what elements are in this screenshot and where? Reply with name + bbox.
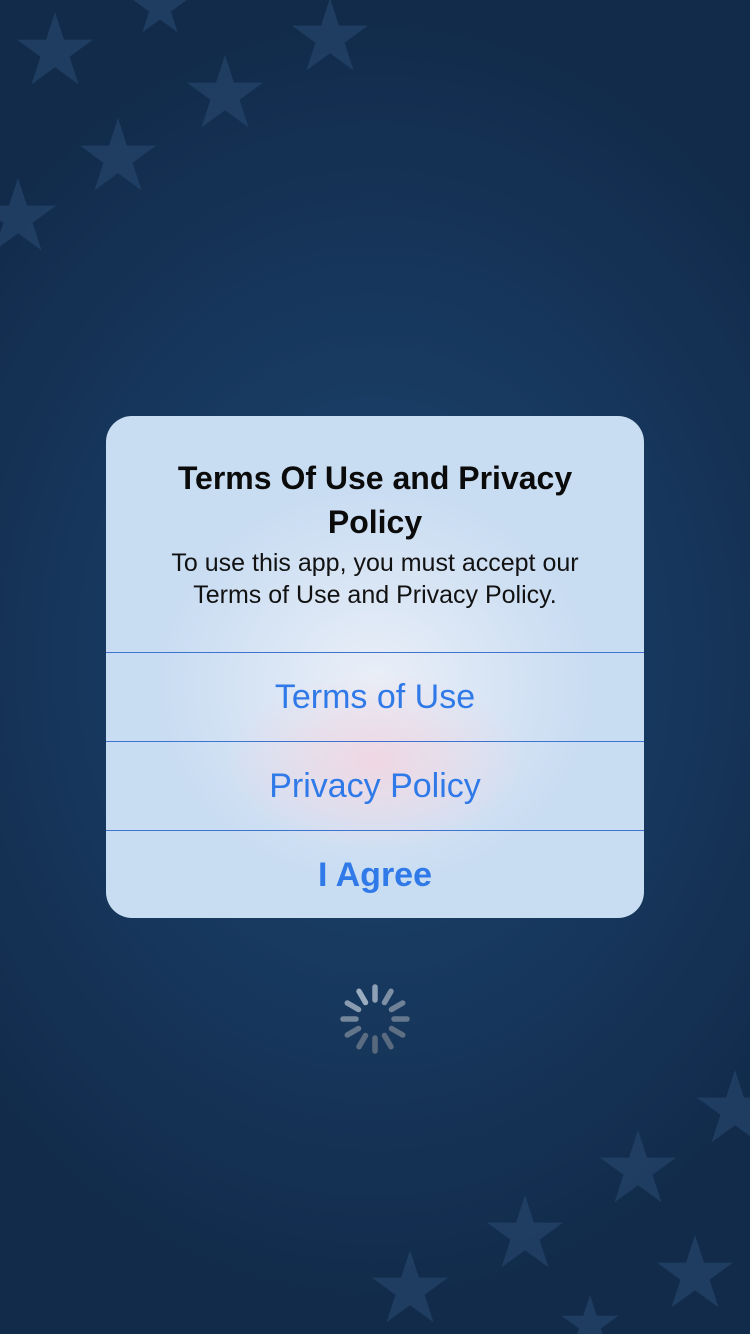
privacy-policy-button[interactable]: Privacy Policy bbox=[106, 741, 644, 830]
star-icon bbox=[486, 1195, 564, 1268]
star-icon bbox=[696, 1070, 750, 1143]
star-icon bbox=[0, 178, 57, 251]
star-icon bbox=[561, 1295, 619, 1334]
terms-of-use-button[interactable]: Terms of Use bbox=[106, 652, 644, 741]
i-agree-button[interactable]: I Agree bbox=[106, 830, 644, 918]
loading-spinner-icon bbox=[340, 984, 410, 1054]
star-icon bbox=[371, 1250, 449, 1323]
star-icon bbox=[656, 1235, 734, 1308]
star-icon bbox=[79, 118, 157, 191]
star-icon bbox=[16, 11, 94, 85]
alert-message: To use this app, you must accept our Ter… bbox=[171, 549, 579, 609]
terms-alert-dialog: Terms Of Use and Privacy Policy To use t… bbox=[106, 416, 644, 918]
alert-header: Terms Of Use and Privacy Policy To use t… bbox=[106, 416, 644, 652]
star-icon bbox=[599, 1130, 677, 1203]
star-icon bbox=[291, 0, 369, 71]
star-icon bbox=[131, 0, 189, 33]
star-icon bbox=[186, 55, 264, 128]
alert-title: Terms Of Use and Privacy Policy bbox=[177, 460, 573, 540]
